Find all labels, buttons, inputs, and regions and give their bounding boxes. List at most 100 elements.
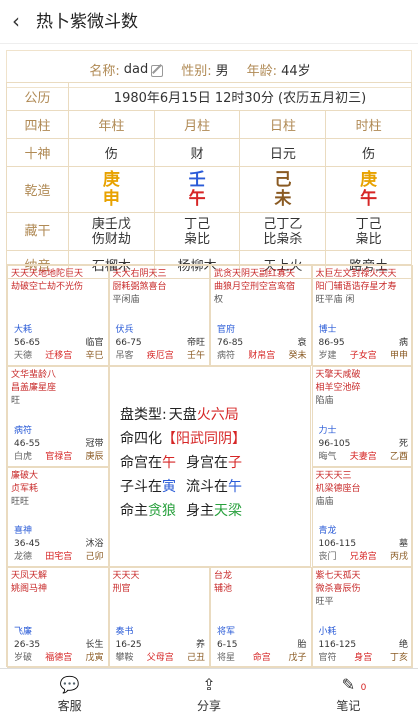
palace-age-range: 96-105 [318,438,351,449]
palace-shen: 晦气 [318,451,337,462]
chart-type-label: 盘类型: [120,407,167,423]
zidou-value: 寅 [162,479,176,495]
palace-cell[interactable]: 台龙 辅池 将军 6-15 胎将星 命宫 戊子 [210,567,312,668]
palace-footer: 将军 6-15 胎将星 命宫 戊子 [217,626,307,665]
palace-shen: 吊客 [115,350,134,361]
palace-stars-sub: 微杀喜辰伤 [315,584,361,595]
palace-stars: 天天天 [112,571,140,582]
palace-shen: 白虎 [14,451,33,462]
palace-ganzhi: 乙酉 [389,451,408,462]
palace-stars: 天天天三 [315,470,352,481]
palace-cell[interactable]: 天天天三 机梁德座台 庙庙 青龙 106-115 墓丧门 兄弟宫 丙戌 [311,466,413,568]
palace-age-range: 36-45 [14,539,41,550]
notes-badge: 0 [360,683,367,693]
shishen-day: 日元 [239,138,327,167]
palace-cell[interactable]: 天擎天咸破 相羊空池碎 陷庙 力士 96-105 死晦气 夫妻宫 乙酉 [311,365,413,467]
palace-brightness: 陷庙 [315,395,334,406]
palace-stars-sub: 阳门辅语诰存星才寿 [315,282,397,292]
palace-cell[interactable]: 紫七天孤天 微杀喜辰伤 旺平 小耗 116-125 绝官符 身宫 丁亥 [311,567,413,668]
ming-gong-value: 午 [162,455,176,471]
edit-icon[interactable] [151,65,164,77]
palace-age-range: 66-75 [115,337,142,348]
palace-god: 博士 [318,324,337,335]
palace-footer: 飞廉 26-35 长生 岁破 福德宫 戊寅 [14,626,104,665]
palace-stars-sub: 厨耗弼煞喜台 [112,282,167,292]
palace-footer: 小耗 116-125 绝官符 身宫 丁亥 [319,626,409,665]
shenzhu-value: 天梁 [214,503,242,519]
palace-name: 官禄宫 [45,451,73,462]
palace-stars-sub: 贞军耗 [11,483,39,494]
shishen-label: 十神 [6,138,69,167]
zhi-day: 未 [274,188,292,209]
palace-brightness: 旺旺 [11,496,30,507]
palace-state: 绝 [398,640,408,650]
tab-notes-label: 笔记 [336,699,361,713]
calendar-label: 公历 [6,82,69,111]
palace-age-range: 56-65 [14,337,41,348]
palace-cell[interactable]: 太巨左文封禄火天天 阳门辅语诰存星才寿 旺平庙 闲博士 86-95 病岁建 子女宫 甲申 [311,265,413,366]
palace-cell[interactable]: 天天天地地陀巨天 劫破空亡劫不光伤 大耗 56-65 临官 天德 迁移宫 辛巳 [7,265,109,366]
gender-value: 男 [215,63,229,79]
palace-brightness: 权 [214,295,224,305]
palace-stars-sub: 刑官 [112,584,131,595]
col-year: 年柱 [68,110,155,139]
palace-ganzhi: 辛巳 [85,350,104,361]
palace-cell[interactable]: 武贪天阴天副红寡天 曲狼月空刑空宫鸾宿权官府 76-85 衰病符 财帛宫 癸未 [210,265,312,366]
back-arrow-icon[interactable]: ‹ [12,11,32,31]
palace-state: 墓 [398,539,408,550]
palace-age-range: 16-25 [115,640,142,650]
canggan-label: 藏干 [6,212,69,251]
palace-name: 疾厄宫 [146,350,174,361]
share-icon: ⇪ [202,675,216,694]
liudou-label: 流斗在 [186,479,228,495]
palace-name: 子女宫 [349,350,377,361]
canggan-month: 丁己 [184,216,211,232]
canggan-day: 己丁乙 [263,216,303,232]
tab-share-label: 分享 [196,699,221,713]
pillars-label: 四柱 [6,110,69,139]
palace-state: 衰 [297,337,307,348]
palace-stars: 天凤天解 [11,571,48,582]
tab-share[interactable]: ⇪ 分享 [139,669,278,720]
shishen-month: 财 [153,138,241,167]
sihua-label: 命四化 [120,431,162,447]
palace-brightness: 庙庙 [315,496,334,507]
palace-god: 奏书 [115,627,134,637]
palace-stars: 太巨左文封禄火天天 [315,269,397,279]
zhi-month: 午 [188,188,206,209]
palace-stars: 台龙 [214,571,233,582]
bottom-tab-bar: 💬 客服 ⇪ 分享 ✎ 0 笔记 [0,668,418,720]
palace-cell[interactable]: 天凤天解 姚阁马神 飞廉 26-35 长生 岁破 福德宫 戊寅 [7,567,109,668]
palace-ganzhi: 甲申 [389,350,408,361]
col-month: 月柱 [153,110,241,139]
bazi-table: 公历 1980年6月15日 12时30分 (农历五月初三) 四柱 年柱 月柱 日… [6,82,412,279]
palace-footer: 伏兵 66-75 帝旺 吊客 疾厄宫 壬午 [116,324,206,363]
name-value: dad [123,61,149,77]
tab-service[interactable]: 💬 客服 [0,669,139,720]
mingzhu-label: 命主 [120,503,148,519]
age-label: 年龄: [246,63,278,79]
palace-state: 长生 [85,640,104,650]
palace-cell[interactable]: 天大右阴天三 厨耗弼煞喜台 平闲庙 伏兵 66-75 帝旺 吊客 疾厄宫 壬午 [108,265,210,366]
canggan-ss-hour: 枭比 [355,231,382,247]
palace-state: 沐浴 [85,539,104,550]
palace-stars-sub: 机梁德座台 [315,483,361,494]
palace-cell[interactable]: 天天天 刑官 奏书 16-25 养攀鞍 父母宫 己丑 [108,567,210,668]
palace-ganzhi: 戊子 [288,653,307,663]
palace-name: 兄弟宫 [349,552,377,563]
palace-age-range: 86-95 [318,337,345,348]
palace-brightness: 旺平 [315,597,334,608]
qianzao-label: 乾造 [6,166,69,213]
palace-footer: 博士 86-95 病岁建 子女宫 甲申 [319,324,409,363]
palace-cell[interactable]: 文华蜚龄八 昌盖廉星座旺病符 46-55 冠带 白虎 官禄宫 庚辰 [7,365,109,467]
gan-hour: 庚 [360,169,378,190]
tab-notes[interactable]: ✎ 0 笔记 [279,669,418,720]
palace-stars-sub: 相羊空池碎 [315,382,361,393]
palace-age-range: 6-15 [217,640,238,650]
palace-name: 田宅宫 [45,552,73,563]
palace-stars-sub: 昌盖廉星座 [11,382,57,393]
top-bar: ‹ 热卜紫微斗数 [0,0,418,44]
gan-day: 己 [274,169,292,190]
palace-footer: 病符 46-55 冠带 白虎 官禄宫 庚辰 [14,425,104,464]
palace-cell[interactable]: 廉破大 贞军耗 旺旺 喜神 36-45 沐浴 龙德 田宅宫 己卯 [7,466,109,568]
